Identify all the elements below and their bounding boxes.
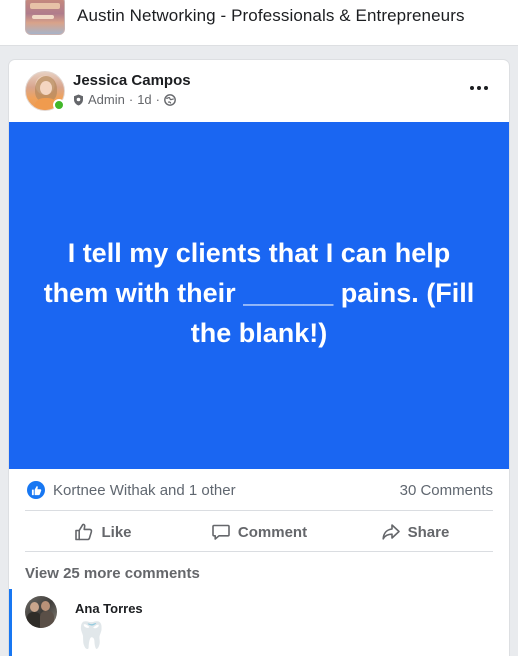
- more-dot-icon: [484, 86, 488, 90]
- like-reaction-icon[interactable]: [27, 481, 45, 499]
- commenter-avatar[interactable]: [25, 596, 57, 628]
- thumbs-up-outline-icon: [75, 523, 93, 541]
- post-image[interactable]: I tell my clients that I can help them w…: [9, 122, 509, 469]
- comment-bubble-icon: [212, 524, 230, 540]
- meta-separator-2: ·: [155, 92, 161, 107]
- actions-divider-bottom: [25, 551, 493, 552]
- thumbs-up-icon: [31, 485, 41, 495]
- comment-highlight-bar: [9, 589, 12, 656]
- reactions-row: Kortnee Withak and 1 other 30 Comments: [9, 480, 509, 502]
- post-options-button[interactable]: [467, 78, 491, 98]
- online-status-dot: [53, 99, 65, 111]
- group-title[interactable]: Austin Networking - Professionals & Entr…: [77, 6, 465, 26]
- post-role: Admin: [88, 92, 125, 107]
- view-more-comments-link[interactable]: View 25 more comments: [25, 565, 200, 582]
- comment-label: Comment: [237, 523, 308, 541]
- post-time[interactable]: 1d: [137, 92, 151, 107]
- admin-badge-icon: [74, 94, 83, 105]
- like-label: Like: [101, 523, 132, 541]
- comment-button[interactable]: Comment: [181, 512, 337, 552]
- post-image-text: I tell my clients that I can help them w…: [43, 238, 475, 348]
- meta-separator: ·: [128, 92, 134, 107]
- reactors-summary[interactable]: Kortnee Withak and 1 other: [53, 482, 236, 499]
- comment-item: Ana Torres 🦷: [9, 588, 509, 656]
- more-dot-icon: [477, 86, 481, 90]
- share-arrow-icon: [382, 524, 400, 540]
- share-button[interactable]: Share: [337, 512, 493, 552]
- like-button[interactable]: Like: [25, 512, 181, 552]
- comment-text: 🦷: [75, 620, 108, 650]
- post-header: Jessica Campos Admin · 1d ·: [9, 60, 509, 122]
- more-dot-icon: [470, 86, 474, 90]
- post-card: Jessica Campos Admin · 1d · I tell my cl…: [9, 60, 509, 656]
- globe-icon[interactable]: [164, 93, 176, 106]
- group-header-bar: Austin Networking - Professionals & Entr…: [0, 0, 518, 46]
- share-label: Share: [407, 523, 450, 541]
- group-cover-thumbnail[interactable]: [25, 0, 65, 35]
- comments-count[interactable]: 30 Comments: [400, 482, 493, 499]
- post-actions: Like Comment Share: [25, 512, 493, 552]
- actions-divider-top: [25, 510, 493, 511]
- post-author-name[interactable]: Jessica Campos: [73, 72, 191, 89]
- post-meta: Admin · 1d ·: [73, 92, 176, 107]
- commenter-name[interactable]: Ana Torres: [75, 601, 143, 616]
